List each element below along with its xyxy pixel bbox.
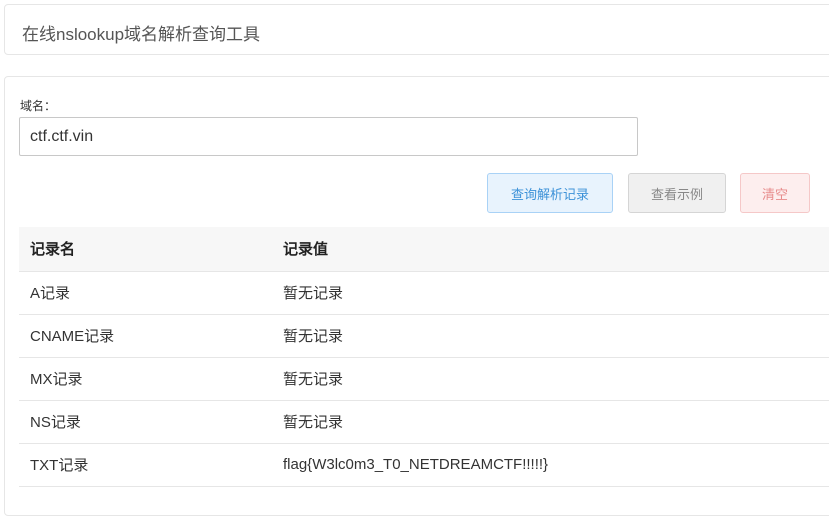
page-title: 在线nslookup域名解析查询工具 [22, 25, 261, 44]
table-header-row: 记录名 记录值 [19, 227, 829, 272]
record-name-cell: MX记录 [19, 357, 272, 401]
domain-input[interactable] [19, 117, 638, 156]
query-panel: 域名： 查询解析记录 查看示例 清空 记录名 记录值 A记录 暂无记录 CNAM… [4, 76, 829, 516]
query-records-button[interactable]: 查询解析记录 [487, 173, 613, 213]
record-value-cell: 暂无记录 [272, 357, 829, 401]
record-value-cell: 暂无记录 [272, 400, 829, 444]
header-record-value: 记录值 [272, 227, 829, 272]
view-example-button[interactable]: 查看示例 [628, 173, 726, 213]
table-row: A记录 暂无记录 [19, 270, 829, 315]
domain-label: 域名： [20, 99, 57, 113]
clear-button[interactable]: 清空 [740, 173, 810, 213]
record-name-cell: A记录 [19, 270, 272, 315]
table-row: MX记录 暂无记录 [19, 357, 829, 401]
record-value-cell: flag{W3lc0m3_T0_NETDREAMCTF!!!!!} [272, 443, 829, 487]
table-row: NS记录 暂无记录 [19, 400, 829, 444]
records-table: 记录名 记录值 A记录 暂无记录 CNAME记录 暂无记录 MX记录 暂无记录 … [19, 227, 829, 487]
header-record-name: 记录名 [19, 227, 272, 272]
record-value-cell: 暂无记录 [272, 270, 829, 315]
record-name-cell: NS记录 [19, 400, 272, 444]
title-panel: 在线nslookup域名解析查询工具 [4, 4, 829, 55]
record-name-cell: TXT记录 [19, 443, 272, 487]
record-value-cell: 暂无记录 [272, 314, 829, 358]
record-name-cell: CNAME记录 [19, 314, 272, 358]
table-row: TXT记录 flag{W3lc0m3_T0_NETDREAMCTF!!!!!} [19, 443, 829, 487]
table-row: CNAME记录 暂无记录 [19, 314, 829, 358]
